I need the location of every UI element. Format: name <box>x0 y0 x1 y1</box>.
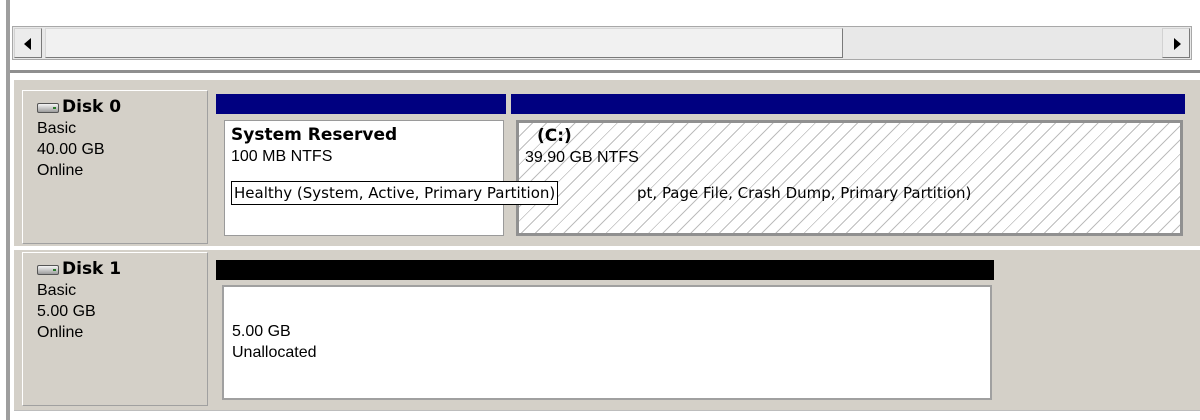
disk-1-type: Basic <box>37 282 77 299</box>
unallocated-label: Unallocated <box>232 344 317 361</box>
partition-name: (C:) <box>537 126 572 146</box>
disk-0-size: 40.00 GB <box>37 141 105 158</box>
hard-drive-icon <box>37 264 59 275</box>
scrollbar-thumb[interactable] <box>45 28 843 58</box>
disk-0-type: Basic <box>37 120 77 137</box>
partition-size-fs: 39.90 GB NTFS <box>525 149 639 166</box>
next-disk-row <box>14 410 1200 420</box>
unallocated-bar <box>216 260 994 280</box>
status-tooltip: Healthy (System, Active, Primary Partiti… <box>231 181 559 205</box>
pane-divider[interactable] <box>10 70 1200 73</box>
disk-0-status: Online <box>37 162 84 179</box>
scroll-right-button[interactable] <box>1162 28 1190 58</box>
partition-name: System Reserved <box>231 125 398 145</box>
disk-1-title: Disk 1 <box>37 259 207 280</box>
disk-1-size: 5.00 GB <box>37 303 96 320</box>
disk-1-name: Disk 1 <box>62 259 122 279</box>
horizontal-scrollbar[interactable] <box>12 26 1192 60</box>
unallocated-size: 5.00 GB <box>232 323 291 340</box>
partition-c-drive[interactable]: (C:) 39.90 GB NTFS <box>516 120 1183 236</box>
c-drive-bar <box>511 94 1185 114</box>
row-separator <box>14 246 1200 250</box>
arrow-right-icon <box>1174 38 1181 50</box>
partition-unallocated[interactable]: 5.00 GB Unallocated <box>222 285 992 400</box>
disk-0-title: Disk 0 <box>37 97 207 118</box>
partition-size-fs: 100 MB NTFS <box>231 148 333 165</box>
window-left-border <box>6 0 10 420</box>
c-drive-status: pt, Page File, Crash Dump, Primary Parti… <box>637 184 972 202</box>
disk-0-name: Disk 0 <box>62 97 122 117</box>
disk-0-label[interactable]: Disk 0 Basic 40.00 GB Online <box>22 90 208 244</box>
disk-1-status: Online <box>37 324 84 341</box>
hard-drive-icon <box>37 102 59 113</box>
system-reserved-bar <box>216 94 506 114</box>
scroll-left-button[interactable] <box>14 28 42 58</box>
partition-system-reserved[interactable]: System Reserved 100 MB NTFS <box>224 120 504 236</box>
disk-1-label[interactable]: Disk 1 Basic 5.00 GB Online <box>22 252 208 406</box>
arrow-left-icon <box>24 38 31 50</box>
